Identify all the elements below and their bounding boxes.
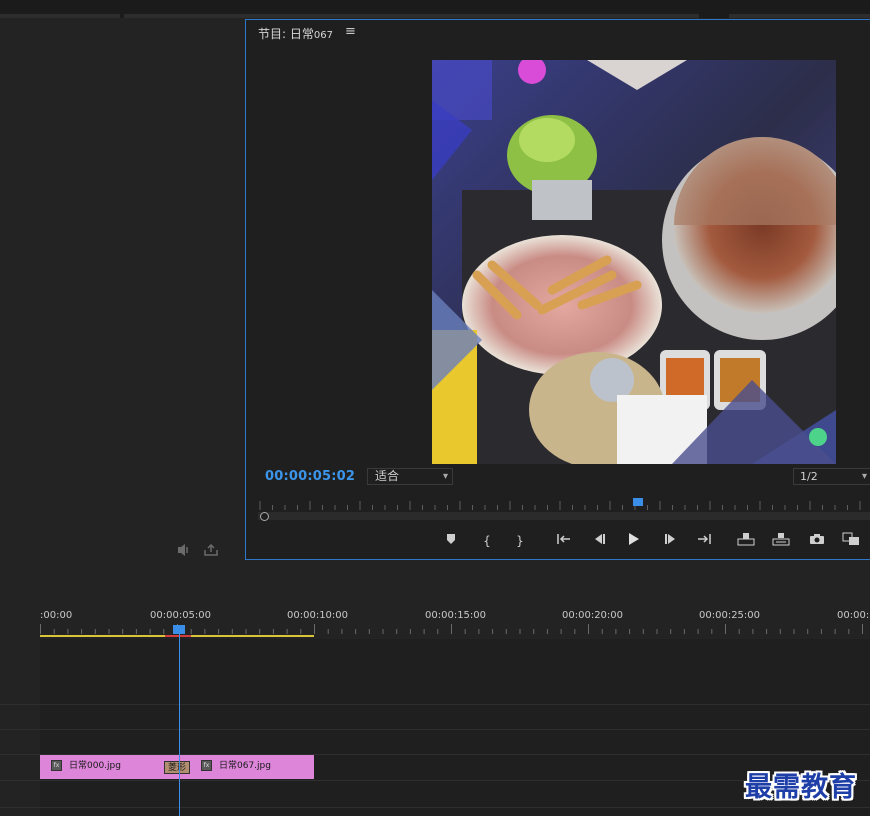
top-panel-strip — [0, 0, 870, 18]
compare-icon[interactable] — [840, 532, 862, 550]
track-divider — [0, 729, 870, 730]
fit-zoom-value: 适合 — [375, 469, 400, 483]
program-monitor-panel: 节目: 日常067 ≡ 00:00:05:02 适合 ▾ 1/2 ▾ {} — [245, 19, 870, 560]
title-suffix: 067 — [313, 30, 333, 41]
video-frame-image — [432, 60, 836, 464]
video-preview — [432, 60, 836, 464]
clip-name[interactable]: 日常000.jpg — [69, 758, 121, 771]
transition-block[interactable]: 菱形 — [164, 761, 190, 774]
lift-icon[interactable] — [735, 532, 757, 550]
monitor-time-ruler[interactable] — [258, 499, 870, 511]
program-monitor-title[interactable]: 节目: 日常067 — [258, 25, 333, 42]
monitor-playhead[interactable] — [633, 498, 643, 506]
ruler-label: 00:00:05:00 — [150, 610, 212, 621]
ruler-label: 00:00:10:00 — [287, 610, 349, 621]
play-icon[interactable] — [623, 532, 645, 550]
monitor-scrub-bar[interactable] — [258, 512, 870, 520]
zoom-scroll-handle[interactable] — [260, 512, 269, 521]
step-forward-icon[interactable] — [660, 532, 682, 550]
extract-icon[interactable] — [770, 532, 792, 550]
playback-resolution-value: 1/2 — [800, 470, 818, 483]
title-prefix: 节目: 日常 — [258, 27, 314, 41]
panel-tab-strip — [729, 14, 870, 18]
track-divider — [0, 780, 870, 781]
fx-badge-icon: fx — [201, 760, 212, 771]
hamburger-menu-icon[interactable]: ≡ — [345, 24, 356, 39]
ruler-label: 00:00:3 — [837, 610, 870, 621]
step-back-icon[interactable] — [588, 532, 610, 550]
track-divider — [0, 807, 870, 808]
track-divider — [0, 704, 870, 705]
source-panel — [0, 18, 242, 561]
camera-icon[interactable] — [806, 532, 828, 550]
ruler-label: 00:00:20:00 — [562, 610, 624, 621]
export-icon[interactable] — [204, 543, 218, 559]
playhead-line — [178, 634, 180, 816]
watermark-text: 最需教育 — [745, 772, 857, 803]
ruler-label: 00:00:15:00 — [425, 610, 487, 621]
chevron-down-icon: ▾ — [861, 471, 867, 482]
ruler-label: 00:00:25:00 — [699, 610, 761, 621]
track-headers — [0, 639, 39, 816]
go-to-in-icon[interactable] — [553, 532, 575, 550]
marker-icon[interactable] — [440, 532, 462, 550]
timeline-playhead[interactable] — [173, 625, 185, 634]
playback-resolution-select[interactable]: 1/2 ▾ — [793, 468, 870, 485]
mark-in-icon[interactable]: { — [476, 532, 498, 550]
playhead-timecode[interactable]: 00:00:05:02 — [265, 469, 355, 484]
timeline-panel: :00:00 00:00:05:00 00:00:10:00 00:00:15:… — [0, 562, 870, 816]
fit-zoom-select[interactable]: 适合 ▾ — [367, 468, 453, 485]
go-to-out-icon[interactable] — [693, 532, 715, 550]
chevron-down-icon: ▾ — [442, 471, 448, 482]
clip-name[interactable]: 日常067.jpg — [219, 758, 271, 771]
ruler-label: :00:00 — [40, 610, 73, 621]
mark-out-icon[interactable]: } — [509, 532, 531, 550]
audio-only-icon[interactable] — [177, 544, 191, 559]
fx-badge-icon: fx — [51, 760, 62, 771]
